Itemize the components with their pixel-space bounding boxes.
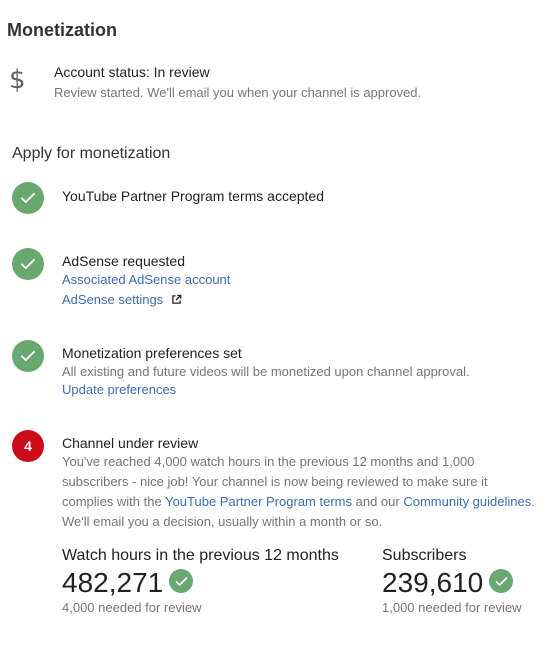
section-title: Apply for monetization	[12, 145, 171, 162]
step-4-number-badge: 4	[12, 430, 44, 462]
associated-adsense-account-link[interactable]: Associated AdSense account	[62, 272, 230, 287]
account-status-description: Review started. We'll email you when you…	[54, 85, 422, 100]
update-preferences-link[interactable]: Update preferences	[62, 382, 176, 397]
external-link-icon	[172, 294, 182, 304]
step-4-description: You've reached 4,000 watch hours in the …	[62, 452, 542, 532]
step-2-check-icon	[12, 248, 44, 280]
step-3-check-icon	[12, 340, 44, 372]
adsense-settings-label[interactable]: AdSense settings	[62, 292, 163, 307]
subscribers-value: 239,610	[382, 567, 484, 598]
step-4-number: 4	[24, 438, 32, 454]
subscribers-check-icon	[489, 569, 513, 593]
page-title: Monetization	[7, 20, 117, 40]
step-3-description: All existing and future videos will be m…	[62, 364, 470, 379]
adsense-settings-link[interactable]: AdSense settings	[62, 292, 182, 307]
watch-hours-value: 482,271	[62, 567, 164, 598]
account-status-title: Account status: In review	[54, 64, 210, 80]
step-4-title: Channel under review	[62, 435, 199, 451]
step-3-title: Monetization preferences set	[62, 345, 242, 361]
subscribers-label: Subscribers	[382, 547, 467, 564]
step-2-title: AdSense requested	[62, 253, 185, 269]
step-1-title: YouTube Partner Program terms accepted	[62, 188, 324, 204]
watch-hours-label: Watch hours in the previous 12 months	[62, 547, 339, 564]
community-guidelines-link[interactable]: Community guidelines	[403, 494, 531, 509]
partner-program-terms-link[interactable]: YouTube Partner Program terms	[165, 494, 352, 509]
watch-hours-requirement: 4,000 needed for review	[62, 600, 202, 615]
step-1-check-icon	[12, 182, 44, 214]
watch-hours-check-icon	[169, 569, 193, 593]
subscribers-requirement: 1,000 needed for review	[382, 600, 522, 615]
review-text-part2: and our	[352, 494, 404, 509]
dollar-icon: $	[9, 65, 26, 95]
